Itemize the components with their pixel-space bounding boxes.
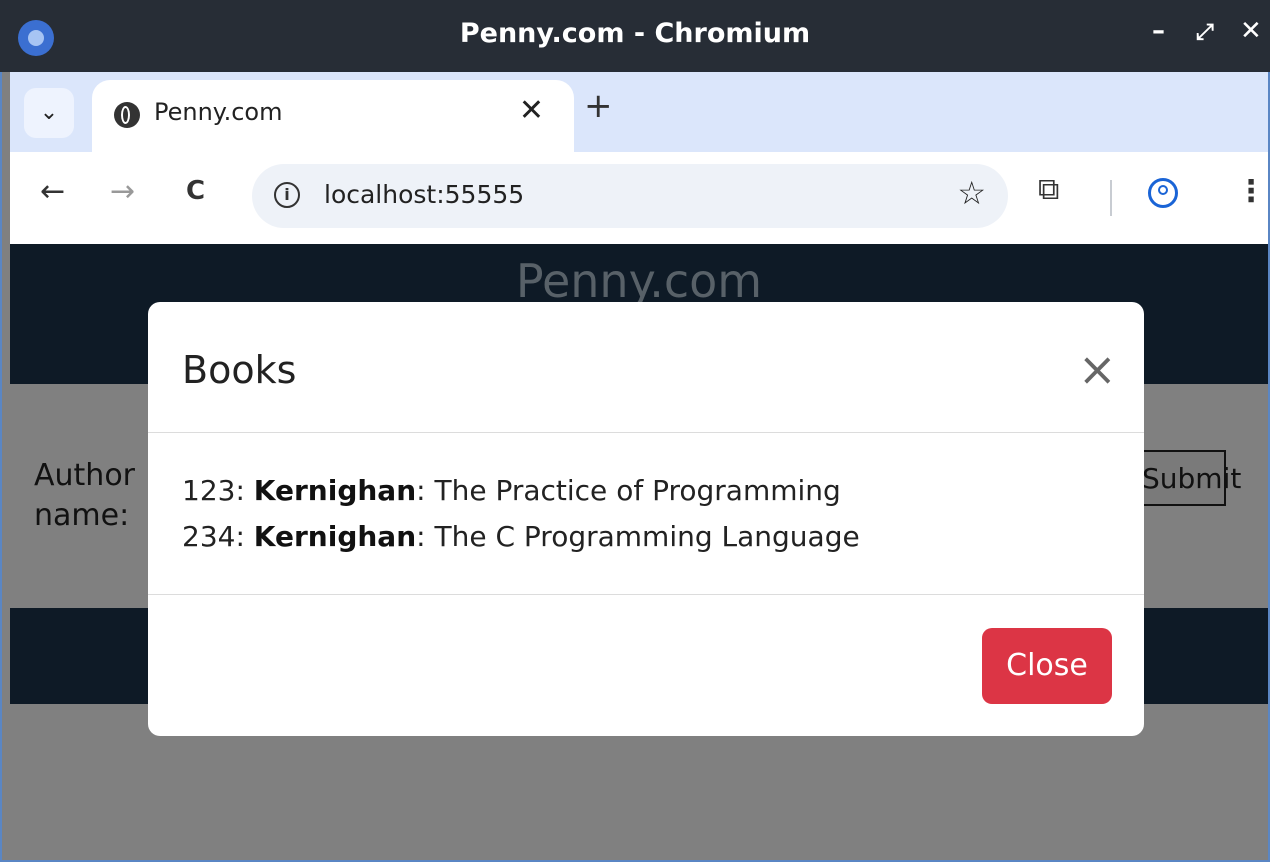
toolbar-divider <box>1110 180 1112 216</box>
book-item: 234: Kernighan: The C Programming Langua… <box>182 520 860 553</box>
minimize-button[interactable]: – <box>1152 16 1165 46</box>
back-button[interactable]: ← <box>40 174 65 209</box>
tab-search-dropdown-icon[interactable]: ⌄ <box>24 88 74 138</box>
bookmark-star-icon[interactable]: ☆ <box>957 174 986 212</box>
window-title: Penny.com - Chromium <box>459 18 811 49</box>
book-id: 234: <box>182 520 245 553</box>
author-label-line2: name: <box>34 498 130 533</box>
browser-toolbar: ← → C i localhost:55555 ☆ ⧉ ⋮ <box>10 152 1268 244</box>
menu-icon[interactable]: ⋮ <box>1236 174 1266 209</box>
author-label-line1: Author <box>34 458 136 493</box>
book-author: Kernighan <box>253 474 417 507</box>
books-modal: Books × 123: Kernighan: The Practice of … <box>148 302 1144 736</box>
modal-divider <box>148 594 1144 595</box>
forward-button[interactable]: → <box>110 174 135 209</box>
window-titlebar: Penny.com - Chromium – ⤢ ✕ <box>0 0 1270 72</box>
extensions-icon[interactable]: ⧉ <box>1038 172 1059 207</box>
globe-icon <box>114 102 140 128</box>
tab-close-icon[interactable]: ✕ <box>519 93 544 128</box>
tab-penny[interactable]: Penny.com ✕ <box>92 80 574 152</box>
site-title: Penny.com <box>515 254 763 308</box>
maximize-button[interactable]: ⤢ <box>1196 20 1214 45</box>
book-id: 123: <box>182 474 245 507</box>
modal-divider <box>148 432 1144 433</box>
site-info-icon[interactable]: i <box>274 182 300 208</box>
book-title: : The C Programming Language <box>416 520 860 553</box>
close-button[interactable]: Close <box>982 628 1112 704</box>
book-author: Kernighan <box>253 520 417 553</box>
author-name-label: Author name: <box>34 456 135 536</box>
window-close-button[interactable]: ✕ <box>1240 16 1262 46</box>
address-bar[interactable]: i localhost:55555 ☆ <box>252 164 1008 228</box>
profile-icon[interactable] <box>1148 178 1178 208</box>
modal-title: Books <box>182 348 297 392</box>
tab-title: Penny.com <box>154 98 283 126</box>
submit-button[interactable]: Submit <box>1140 450 1241 506</box>
reload-button[interactable]: C <box>186 176 205 206</box>
modal-close-icon[interactable]: × <box>1078 346 1117 392</box>
book-title: : The Practice of Programming <box>416 474 841 507</box>
tab-strip: ⌄ Penny.com ✕ + <box>10 72 1268 152</box>
url-text[interactable]: localhost:55555 <box>324 180 524 209</box>
book-item: 123: Kernighan: The Practice of Programm… <box>182 474 841 507</box>
new-tab-button[interactable]: + <box>584 86 613 126</box>
